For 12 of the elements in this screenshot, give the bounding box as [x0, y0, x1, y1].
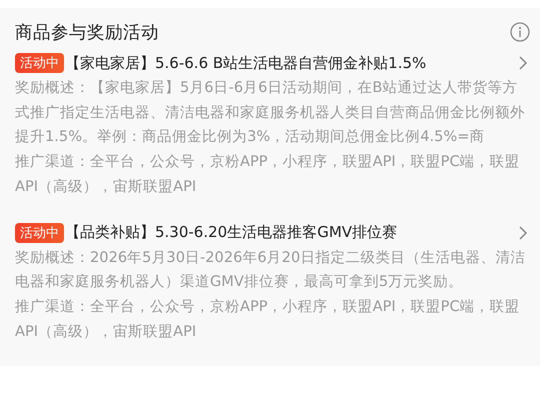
activity-title[interactable]: 【品类补贴】5.30-6.20生活电器推客GMV排位赛 — [65, 223, 517, 242]
info-icon[interactable] — [510, 22, 530, 42]
section-title: 商品参与奖励活动 — [15, 22, 159, 44]
reward-summary: 奖励概述：【家电家居】5月6日-6月6日活动期间，在B站通过达人带货等方式推广指定生活电器、清洁电器和家庭服务机器人类目自营商品佣金比例额外提升1.5%。举例：商品佣金比例为3%，活动期间总佣金比例4.5%=商 — [15, 78, 526, 148]
promotion-channels: 推广渠道：全平台，公众号，京粉APP，小程序，联盟API，联盟PC端，联盟API（高级），宙斯联盟API — [15, 296, 521, 342]
reward-summary: 奖励概述：2026年5月30日-2026年6月20日指定二级类目（生活电器、清洁电器和家庭服务机器人）渠道GMV排位赛，最高可拿到5万元奖励。 — [15, 248, 526, 292]
status-badge: 活动中 — [15, 222, 64, 243]
chevron-icon[interactable] — [517, 55, 529, 71]
activity-title[interactable]: 【家电家居】5.6-6.6 B站生活电器自营佣金补贴1.5% — [65, 54, 517, 72]
status-badge: 活动中 — [15, 53, 64, 73]
chevron-icon[interactable] — [517, 224, 529, 241]
promotion-channels: 推广渠道：全平台，公众号，京粉APP，小程序，联盟API，联盟PC端，联盟API（高级），宙斯联盟API — [15, 152, 521, 197]
